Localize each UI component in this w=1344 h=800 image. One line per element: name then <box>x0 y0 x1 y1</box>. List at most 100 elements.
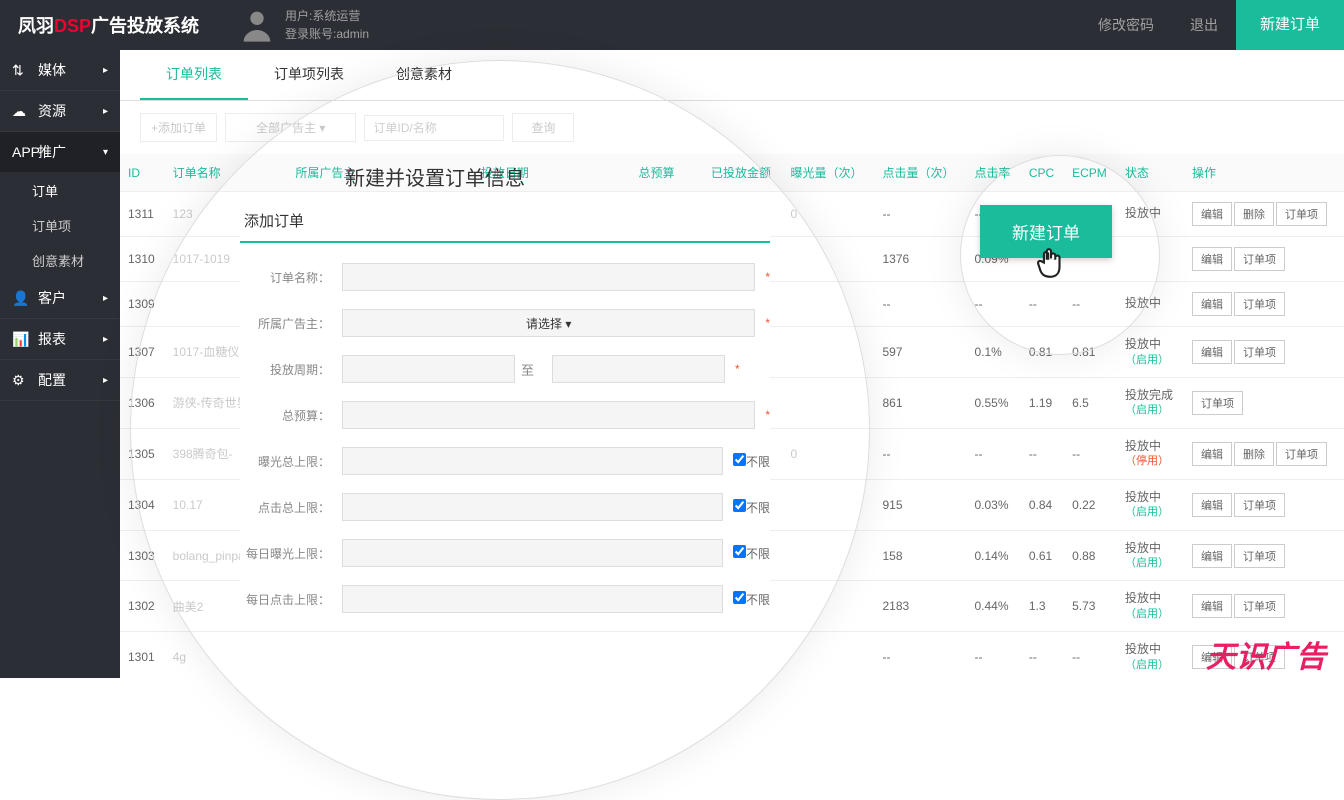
modal-title: 添加订单 <box>240 200 770 243</box>
action-订单项[interactable]: 订单项 <box>1234 544 1285 568</box>
action-编辑[interactable]: 编辑 <box>1192 493 1232 517</box>
daily-impression-unlimited-checkbox[interactable] <box>733 545 746 558</box>
required-mark: * <box>765 408 770 422</box>
action-编辑[interactable]: 编辑 <box>1192 442 1232 466</box>
action-订单项[interactable]: 订单项 <box>1234 493 1285 517</box>
action-编辑[interactable]: 编辑 <box>1192 340 1232 364</box>
logout-link[interactable]: 退出 <box>1172 15 1236 35</box>
daily-click-label: 每日点击上限： <box>240 591 330 608</box>
cell: 1.19 <box>1021 377 1064 428</box>
status-cell: 投放中（启用） <box>1117 632 1184 678</box>
actions-cell: 编辑订单项 <box>1184 530 1344 581</box>
status-cell: 投放中（启用） <box>1117 581 1184 632</box>
action-编辑[interactable]: 编辑 <box>1192 594 1232 618</box>
user-label: 用户:系统运营 <box>285 7 369 25</box>
cell: 1310 <box>120 237 165 282</box>
action-订单项[interactable]: 订单项 <box>1234 340 1285 364</box>
action-订单项[interactable]: 订单项 <box>1192 391 1243 415</box>
required-mark: * <box>765 316 770 330</box>
period-label: 投放周期： <box>240 361 330 378</box>
status-cell: 投放中（启用） <box>1117 530 1184 581</box>
change-password-link[interactable]: 修改密码 <box>1080 15 1172 35</box>
action-订单项[interactable]: 订单项 <box>1234 594 1285 618</box>
period-end-input[interactable] <box>552 355 725 383</box>
cell: 0.84 <box>1021 479 1064 530</box>
click-cap-unlimited-checkbox[interactable] <box>733 499 746 512</box>
advertiser-select-modal[interactable]: 请选择 ▾ <box>342 309 755 337</box>
sidebar-label: 媒体 <box>38 60 66 80</box>
cell: -- <box>874 632 966 678</box>
actions-cell: 编辑订单项 <box>1184 282 1344 327</box>
action-删除[interactable]: 删除 <box>1234 202 1274 226</box>
cell: 915 <box>874 479 966 530</box>
chevron-icon: ▸ <box>103 65 108 76</box>
daily-impression-input[interactable] <box>342 539 723 567</box>
tab-orders[interactable]: 订单列表 <box>140 50 248 100</box>
order-name-input[interactable] <box>342 263 755 291</box>
sidebar-item-资源[interactable]: ☁资源▸ <box>0 91 120 132</box>
new-order-button[interactable]: 新建订单 <box>1236 0 1344 50</box>
status-cell: 投放中（启用） <box>1117 327 1184 378</box>
actions-cell: 订单项 <box>1184 377 1344 428</box>
actions-cell: 编辑订单项 <box>1184 237 1344 282</box>
add-order-modal: 添加订单 订单名称： * 所属广告主： 请选择 ▾ * 投放周期： 至 * 总预… <box>240 200 770 631</box>
column-header[interactable]: 曝光量（次） <box>782 154 874 192</box>
daily-click-input[interactable] <box>342 585 723 613</box>
sidebar-sub-创意素材[interactable]: 创意素材 <box>0 243 120 278</box>
user-info: 用户:系统运营 登录账号:admin <box>237 5 369 45</box>
sidebar-item-媒体[interactable]: ⇅ 媒体 ▸ <box>0 50 120 91</box>
column-header[interactable]: ID <box>120 154 165 192</box>
impression-cap-input[interactable] <box>342 447 723 475</box>
cursor-hand-icon <box>1034 244 1068 293</box>
action-编辑[interactable]: 编辑 <box>1192 202 1232 226</box>
sidebar-item-推广[interactable]: APP推广▾ <box>0 132 120 173</box>
sidebar-item-报表[interactable]: 📊报表▸ <box>0 319 120 360</box>
cell: 0.44% <box>966 581 1020 632</box>
sidebar-sub-订单项[interactable]: 订单项 <box>0 208 120 243</box>
budget-label: 总预算： <box>240 407 330 424</box>
column-header[interactable]: 操作 <box>1184 154 1344 192</box>
cell: 0.22 <box>1064 479 1117 530</box>
action-订单项[interactable]: 订单项 <box>1234 292 1285 316</box>
chevron-icon: ▸ <box>103 293 108 304</box>
click-cap-input[interactable] <box>342 493 723 521</box>
column-header[interactable]: 点击量（次） <box>874 154 966 192</box>
sidebar-sub-订单[interactable]: 订单 <box>0 173 120 208</box>
sidebar-item-客户[interactable]: 👤 客户 ▸ <box>0 278 120 319</box>
add-order-button[interactable]: +添加订单 <box>140 113 217 142</box>
action-订单项[interactable]: 订单项 <box>1234 247 1285 271</box>
sidebar-icon: APP <box>12 144 30 160</box>
action-编辑[interactable]: 编辑 <box>1192 247 1232 271</box>
actions-cell: 编辑订单项 <box>1184 479 1344 530</box>
sidebar-item-配置[interactable]: ⚙配置▸ <box>0 360 120 401</box>
actions-cell: 编辑删除订单项 <box>1184 428 1344 479</box>
daily-click-unlimited-checkbox[interactable] <box>733 591 746 604</box>
impression-cap-unlimited-checkbox[interactable] <box>733 453 746 466</box>
cell: 0.03% <box>966 479 1020 530</box>
cell: -- <box>1064 632 1117 678</box>
action-编辑[interactable]: 编辑 <box>1192 544 1232 568</box>
action-编辑[interactable]: 编辑 <box>1192 292 1232 316</box>
sidebar-label: 客户 <box>38 288 66 308</box>
period-start-input[interactable] <box>342 355 515 383</box>
actions-cell: 编辑订单项 <box>1184 327 1344 378</box>
cell: 0.61 <box>1021 530 1064 581</box>
cell: 861 <box>874 377 966 428</box>
chevron-icon: ▸ <box>103 375 108 386</box>
impression-cap-label: 曝光总上限： <box>240 453 330 470</box>
action-删除[interactable]: 删除 <box>1234 442 1274 466</box>
sidebar-label: 推广 <box>38 142 66 162</box>
action-订单项[interactable]: 订单项 <box>1276 202 1327 226</box>
sidebar-icon: 👤 <box>12 290 30 307</box>
cell: 1302 <box>120 581 165 632</box>
cell: -- <box>874 282 966 327</box>
cell: -- <box>1064 428 1117 479</box>
budget-input[interactable] <box>342 401 755 429</box>
cell: -- <box>1021 428 1064 479</box>
sidebar-icon: ☁ <box>12 103 30 120</box>
action-订单项[interactable]: 订单项 <box>1276 442 1327 466</box>
period-separator: 至 <box>521 360 534 379</box>
sidebar-icon: ⇅ <box>12 62 30 79</box>
cell: -- <box>966 428 1020 479</box>
cell: -- <box>966 632 1020 678</box>
